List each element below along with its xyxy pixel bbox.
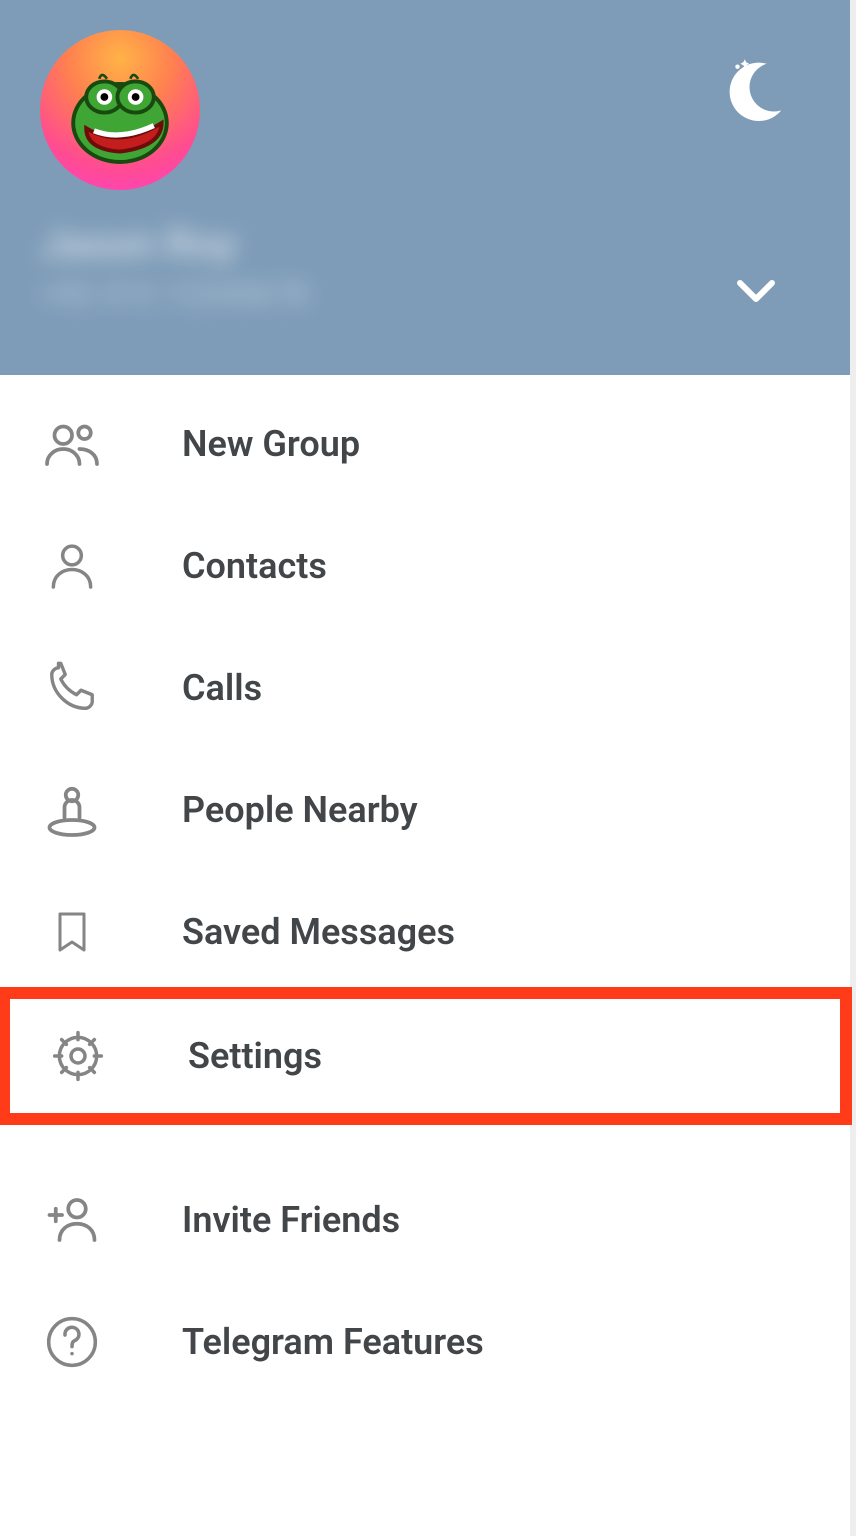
invite-icon (40, 1188, 104, 1252)
user-name: Jason Roy (40, 220, 810, 269)
menu-item-saved-messages[interactable]: Saved Messages (0, 871, 850, 993)
menu-item-settings[interactable]: Settings (6, 995, 844, 1117)
bookmark-icon (40, 900, 104, 964)
menu-item-invite-friends[interactable]: Invite Friends (0, 1159, 850, 1281)
menu-item-label: Invite Friends (182, 1199, 400, 1241)
drawer-menu: New Group Contacts Calls (0, 375, 850, 1536)
night-mode-icon[interactable] (720, 55, 790, 125)
chevron-down-icon[interactable] (732, 267, 780, 315)
menu-item-calls[interactable]: Calls (0, 627, 850, 749)
menu-item-label: Settings (188, 1035, 322, 1077)
menu-item-contacts[interactable]: Contacts (0, 505, 850, 627)
user-phone: +92 312 12345678 (40, 275, 810, 313)
menu-item-label: People Nearby (182, 789, 418, 831)
menu-item-people-nearby[interactable]: People Nearby (0, 749, 850, 871)
group-icon (40, 412, 104, 476)
phone-icon (40, 656, 104, 720)
drawer-header: Jason Roy +92 312 12345678 (0, 0, 850, 375)
gear-icon (46, 1024, 110, 1088)
menu-item-telegram-features[interactable]: Telegram Features (0, 1281, 850, 1403)
person-icon (40, 534, 104, 598)
menu-item-label: Calls (182, 667, 262, 709)
menu-item-label: New Group (182, 423, 360, 465)
menu-divider-spacer (0, 1119, 850, 1159)
menu-item-label: Telegram Features (182, 1321, 484, 1363)
menu-item-label: Saved Messages (182, 911, 455, 953)
menu-item-label: Contacts (182, 545, 327, 587)
help-icon (40, 1310, 104, 1374)
menu-item-new-group[interactable]: New Group (0, 383, 850, 505)
avatar[interactable] (40, 30, 200, 190)
avatar-image (55, 45, 185, 175)
nearby-icon (40, 778, 104, 842)
navigation-drawer: Jason Roy +92 312 12345678 (0, 0, 856, 1536)
